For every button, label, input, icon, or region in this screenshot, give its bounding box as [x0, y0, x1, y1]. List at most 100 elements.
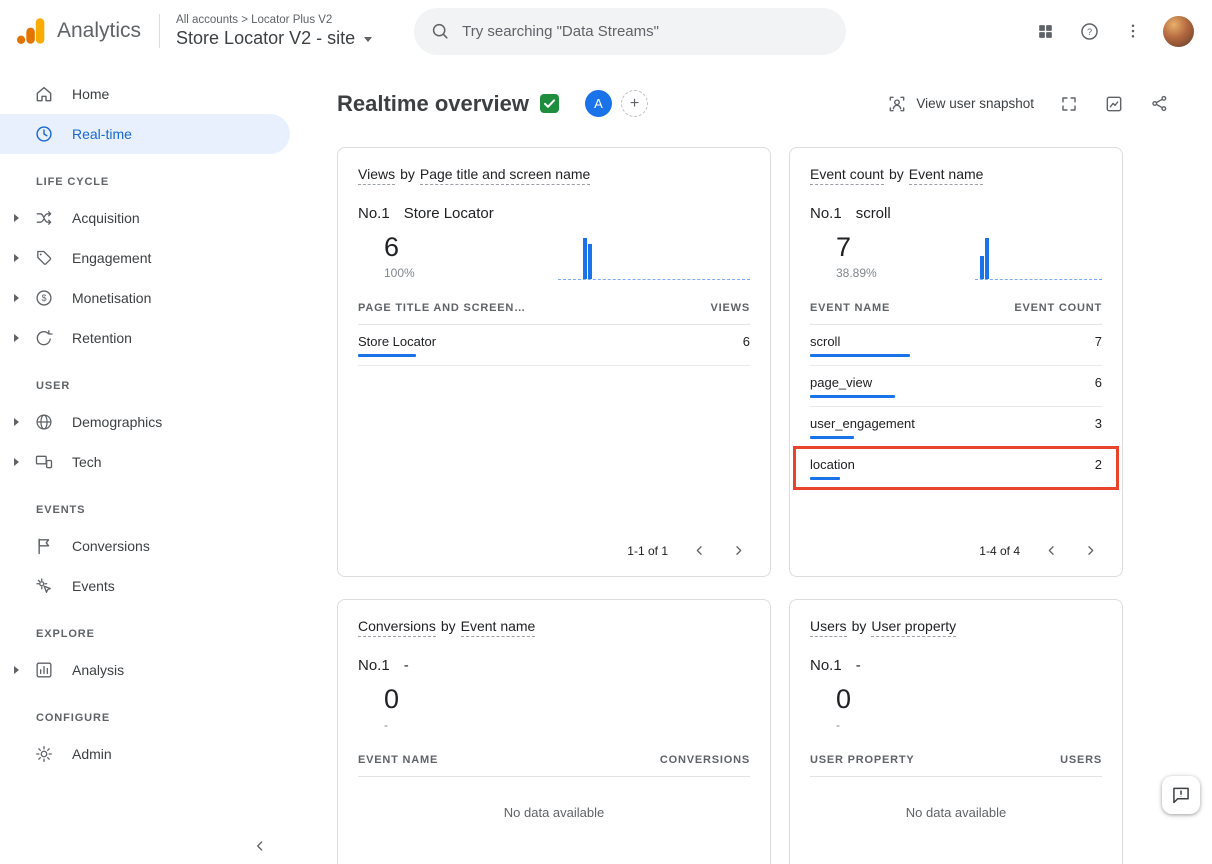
acquisition-icon	[32, 206, 56, 230]
sidebar-item-home[interactable]: Home	[0, 74, 290, 114]
table-row: user_engagement 3	[810, 407, 1102, 448]
sidebar-item-admin[interactable]: Admin	[0, 734, 290, 774]
more-vert-icon[interactable]	[1113, 11, 1153, 51]
view-user-snapshot-button[interactable]: View user snapshot	[887, 94, 1034, 114]
help-icon[interactable]: ?	[1069, 11, 1109, 51]
metric-value: 6	[384, 232, 478, 263]
dimension-selector[interactable]: Page title and screen name	[420, 166, 590, 185]
breadcrumb: All accounts > Locator Plus V2	[176, 14, 372, 26]
analytics-app: Analytics All accounts > Locator Plus V2…	[0, 0, 1212, 864]
card-users-by-user-property: Users by User property No.1 - 0 - USER P…	[789, 599, 1123, 864]
topbar-actions: ?	[1025, 11, 1194, 51]
card-views-by-page-title: Views by Page title and screen name No.1…	[337, 147, 771, 577]
avatar[interactable]	[1163, 16, 1194, 47]
metric-selector[interactable]: Event count	[810, 166, 884, 185]
rank-name: -	[404, 657, 409, 674]
sidebar-item-analysis[interactable]: Analysis	[0, 650, 290, 690]
table-header: EVENT NAME CONVERSIONS	[358, 748, 750, 777]
share-icon[interactable]	[1150, 94, 1169, 113]
metric-selector[interactable]: Conversions	[358, 618, 436, 637]
home-icon	[32, 82, 56, 106]
table-header: EVENT NAME EVENT COUNT	[810, 296, 1102, 325]
fullscreen-icon[interactable]	[1060, 95, 1078, 113]
add-comparison-button[interactable]: +	[621, 90, 648, 117]
rank-prefix: No.1	[358, 205, 390, 222]
rank-name: Store Locator	[404, 205, 494, 222]
sidebar-item-tech[interactable]: Tech	[0, 442, 290, 482]
expand-arrow-icon	[14, 418, 19, 426]
top-rank: No.1 -	[810, 657, 1102, 674]
sidebar-item-events[interactable]: Events	[0, 566, 290, 606]
expand-arrow-icon	[14, 214, 19, 222]
expand-arrow-icon	[14, 458, 19, 466]
feedback-button[interactable]	[1162, 776, 1200, 814]
pagination: 1-4 of 4	[810, 535, 1102, 564]
dimension-selector[interactable]: User property	[871, 618, 956, 637]
next-page-icon[interactable]	[1083, 543, 1098, 558]
topbar: Analytics All accounts > Locator Plus V2…	[0, 0, 1212, 62]
comparison-chips: A +	[585, 90, 648, 117]
rank-name: -	[856, 657, 861, 674]
metric-selector[interactable]: Views	[358, 166, 395, 185]
metric-percent: -	[384, 718, 478, 732]
next-page-icon[interactable]	[731, 543, 746, 558]
sidebar-item-real-time[interactable]: Real-time	[0, 114, 290, 154]
analysis-chart-icon	[32, 658, 56, 682]
sidebar-item-acquisition[interactable]: Acquisition	[0, 198, 290, 238]
column-header-metric: VIEWS	[711, 302, 750, 314]
demographics-globe-icon	[32, 410, 56, 434]
app-name: Analytics	[57, 19, 141, 43]
main-content: Realtime overview A + View user snapshot	[290, 62, 1212, 864]
sidebar-item-demographics[interactable]: Demographics	[0, 402, 290, 442]
rank-prefix: No.1	[810, 205, 842, 222]
apps-grid-icon[interactable]	[1025, 11, 1065, 51]
tech-devices-icon	[32, 450, 56, 474]
sidebar-section-configure: CONFIGURE	[0, 690, 290, 734]
sidebar-item-engagement[interactable]: Engagement	[0, 238, 290, 278]
column-header-metric: USERS	[1060, 754, 1102, 766]
customise-report-icon[interactable]	[1104, 94, 1124, 114]
card-title: Conversions by Event name	[358, 618, 750, 637]
no-data-message: No data available	[358, 777, 750, 820]
dimension-selector[interactable]: Event name	[461, 618, 536, 637]
rank-prefix: No.1	[358, 657, 390, 674]
value-bar	[358, 354, 416, 357]
conversions-flag-icon	[32, 534, 56, 558]
search-input[interactable]	[462, 23, 840, 40]
prev-page-icon[interactable]	[692, 543, 707, 558]
analytics-logo[interactable]: Analytics	[14, 14, 141, 48]
metric-value: 0	[384, 684, 478, 715]
metric-percent: 100%	[384, 266, 478, 280]
rank-prefix: No.1	[810, 657, 842, 674]
retention-icon	[32, 326, 56, 350]
top-rank: No.1 -	[358, 657, 750, 674]
report-check-icon	[540, 94, 559, 113]
sidebar-section-events: EVENTS	[0, 482, 290, 526]
column-header-metric: CONVERSIONS	[660, 754, 750, 766]
sidebar-item-conversions[interactable]: Conversions	[0, 526, 290, 566]
rank-name: scroll	[856, 205, 891, 222]
prev-page-icon[interactable]	[1044, 543, 1059, 558]
metric-value: 0	[836, 684, 930, 715]
sparkline-chart	[975, 238, 1102, 280]
metric-percent: -	[836, 718, 930, 732]
sidebar-item-retention[interactable]: Retention	[0, 318, 290, 358]
column-header-metric: EVENT COUNT	[1014, 302, 1102, 314]
table-row: scroll 7	[810, 325, 1102, 366]
metric-selector[interactable]: Users	[810, 618, 847, 637]
search-bar[interactable]	[414, 8, 846, 55]
column-header-dimension: PAGE TITLE AND SCREEN…	[358, 302, 526, 314]
sidebar-collapse-icon[interactable]	[252, 838, 268, 854]
table-header: USER PROPERTY USERS	[810, 748, 1102, 777]
sidebar: Home Real-time LIFE CYCLE Acquisition En…	[0, 62, 290, 864]
chevron-down-icon	[364, 37, 372, 42]
sidebar-item-monetisation[interactable]: $ Monetisation	[0, 278, 290, 318]
property-selector[interactable]: All accounts > Locator Plus V2 Store Loc…	[176, 14, 372, 49]
svg-text:?: ?	[1086, 27, 1091, 37]
view-user-snapshot-label: View user snapshot	[916, 96, 1034, 111]
sidebar-section-life-cycle: LIFE CYCLE	[0, 154, 290, 198]
dimension-selector[interactable]: Event name	[909, 166, 984, 185]
card-title: Views by Page title and screen name	[358, 166, 750, 185]
page-title: Realtime overview	[337, 91, 529, 117]
comparison-chip-a[interactable]: A	[585, 90, 612, 117]
